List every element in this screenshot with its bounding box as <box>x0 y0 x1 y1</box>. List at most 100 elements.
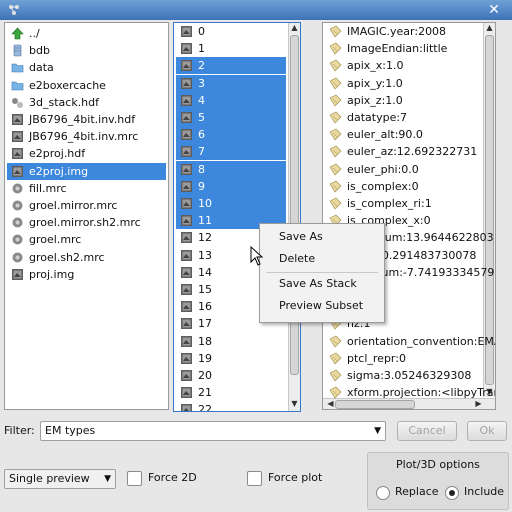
image-index-item[interactable]: 6 <box>176 126 286 144</box>
attribute-item[interactable]: datatype:7 <box>325 109 495 126</box>
attribute-item[interactable]: euler_alt:90.0 <box>325 126 495 143</box>
attribute-item[interactable]: is_complex_ri:1 <box>325 195 495 212</box>
file-item[interactable]: e2proj.img <box>7 162 166 180</box>
file-item[interactable]: ../ <box>7 25 166 42</box>
attribute-item[interactable]: sigma:3.05246329308 <box>325 367 495 384</box>
attribute-item[interactable]: ptcl_repr:0 <box>325 350 495 367</box>
image-index-item[interactable]: 19 <box>176 350 286 367</box>
gear-icon <box>11 216 24 229</box>
file-item[interactable]: fill.mrc <box>7 180 166 197</box>
cancel-button[interactable]: Cancel <box>397 421 457 441</box>
menu-item-delete[interactable]: Delete <box>279 252 315 265</box>
close-button[interactable]: ✕ <box>486 2 502 18</box>
image-index-item-label: 2 <box>198 59 205 73</box>
attribute-item[interactable]: apix_z:1.0 <box>325 92 495 109</box>
file-list[interactable]: ../ bdb data e2boxercache 3d_stack.hdf JB6796… <box>4 22 169 410</box>
image-stack-icon <box>11 113 24 126</box>
attribute-item[interactable]: euler_az:12.692322731 <box>325 143 495 160</box>
file-item-label: data <box>29 61 54 75</box>
image-index-item-label: 12 <box>198 231 212 245</box>
file-item[interactable]: groel.mrc <box>7 231 166 248</box>
image-index-item-label: 4 <box>198 93 205 107</box>
attribute-item[interactable]: apix_x:1.0 <box>325 57 495 74</box>
image-index-item[interactable]: 18 <box>176 333 286 350</box>
preview-mode-select[interactable]: Single preview ▼ <box>4 469 116 489</box>
file-item[interactable]: e2boxercache <box>7 77 166 94</box>
tag-icon <box>329 180 342 193</box>
replace-label: Replace <box>395 485 439 498</box>
attribute-item[interactable]: xform.projection:<libpyTransform> <box>325 384 495 401</box>
image-index-item[interactable]: 2 <box>176 57 286 75</box>
image-index-item-label: 7 <box>198 145 205 159</box>
image-stack-icon <box>180 111 193 124</box>
image-index-item-label: 15 <box>198 283 212 296</box>
tag-icon <box>329 352 342 365</box>
image-list[interactable]: ▲ ▼ 0 1 2 3 4 5 6 7 8 9 10 11 12 13 14 15 16 17 18 19 20 21 22 <box>173 22 301 412</box>
image-index-item[interactable]: 9 <box>176 177 286 195</box>
image-index-item[interactable]: 0 <box>176 23 286 40</box>
image-stack-icon <box>180 197 193 210</box>
image-index-item[interactable]: 10 <box>176 195 286 212</box>
menu-item-save-as-stack[interactable]: Save As Stack <box>279 277 357 290</box>
file-item-label: ../ <box>29 27 40 40</box>
filter-select[interactable]: EM types ▼ <box>40 421 386 441</box>
force-2d-checkbox[interactable] <box>127 471 142 486</box>
tag-icon <box>329 111 342 124</box>
replace-radio[interactable] <box>376 486 390 500</box>
image-index-item[interactable]: 21 <box>176 384 286 401</box>
file-item[interactable]: proj.img <box>7 266 166 283</box>
image-list-scroll-thumb[interactable] <box>290 35 299 375</box>
file-item[interactable]: groel.sh2.mrc <box>7 249 166 266</box>
scroll-up-arrow-icon[interactable]: ▲ <box>289 23 300 33</box>
attribute-item-label: ImageEndian:little <box>347 42 448 56</box>
image-index-item[interactable]: 1 <box>176 40 286 57</box>
preview-mode-value: Single preview <box>9 472 90 485</box>
image-index-item-label: 18 <box>198 334 212 348</box>
include-radio[interactable] <box>445 486 459 500</box>
image-index-item[interactable]: 4 <box>176 91 286 109</box>
attribute-item[interactable]: is_complex:0 <box>325 178 495 195</box>
attribute-item[interactable]: IMAGIC.year:2008 <box>325 23 495 40</box>
tag-icon <box>329 77 342 90</box>
image-stack-icon <box>180 369 193 382</box>
file-item[interactable]: 3d_stack.hdf <box>7 94 166 111</box>
file-item[interactable]: JB6796_4bit.inv.hdf <box>7 111 166 128</box>
title-bar: ✕ <box>0 0 512 20</box>
folder-icon <box>11 61 24 74</box>
scroll-down-arrow-icon[interactable]: ▼ <box>289 399 300 409</box>
file-item[interactable]: data <box>7 59 166 76</box>
attribute-item[interactable]: ImageEndian:little <box>325 40 495 57</box>
image-index-item[interactable]: 7 <box>176 143 286 161</box>
attribute-item[interactable]: orientation_convention:EMAN <box>325 333 495 350</box>
image-index-item[interactable]: 3 <box>176 74 286 92</box>
chevron-down-icon: ▼ <box>374 426 381 436</box>
file-item[interactable]: groel.mirror.sh2.mrc <box>7 214 166 231</box>
file-item[interactable]: groel.mirror.mrc <box>7 197 166 214</box>
image-index-item[interactable]: 5 <box>176 109 286 126</box>
image-stack-icon <box>180 352 193 365</box>
file-item-label: proj.img <box>29 267 75 281</box>
attribute-item[interactable]: apix_y:1.0 <box>325 75 495 92</box>
image-index-item[interactable]: 8 <box>176 160 286 178</box>
image-stack-icon <box>180 128 193 141</box>
file-item[interactable]: e2proj.hdf <box>7 145 166 162</box>
chevron-down-icon: ▼ <box>104 474 111 484</box>
image-index-item[interactable]: 22 <box>176 401 286 411</box>
menu-item-save-as[interactable]: Save As <box>279 230 323 243</box>
menu-separator <box>266 272 378 273</box>
attribute-list-hscroll-thumb[interactable] <box>335 400 415 409</box>
file-item[interactable]: bdb <box>7 42 166 59</box>
image-index-item-label: 0 <box>198 25 205 38</box>
menu-item-preview-subset[interactable]: Preview Subset <box>279 299 363 312</box>
attribute-item[interactable]: euler_phi:0.0 <box>325 161 495 178</box>
image-index-item-label: 3 <box>198 76 205 90</box>
group-title: Plot/3D options <box>396 458 480 471</box>
file-item[interactable]: JB6796_4bit.inv.mrc <box>7 128 166 145</box>
image-index-item[interactable]: 20 <box>176 367 286 384</box>
ok-button[interactable]: Ok <box>467 421 507 441</box>
image-list-scrollbar[interactable]: ▲ ▼ <box>288 23 300 411</box>
attribute-list[interactable]: ▲ ▼ ◀ ▶ IMAGIC.year:2008 ImageEndian:litt… <box>322 22 496 410</box>
force-plot-checkbox[interactable] <box>247 471 262 486</box>
image-index-item-label: 13 <box>198 248 212 262</box>
gear-icon <box>11 182 24 195</box>
